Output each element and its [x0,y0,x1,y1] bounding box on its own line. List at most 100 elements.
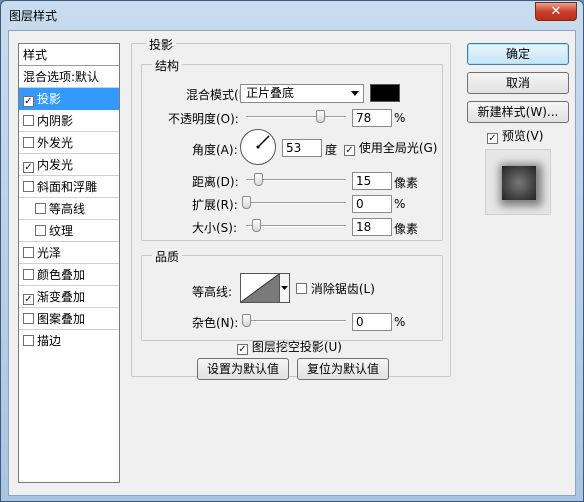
style-item-outer-glow[interactable]: 外发光 [19,132,119,154]
check-icon: ✓ [24,162,33,173]
reset-default-button[interactable]: 复位为默认值 [297,358,389,380]
style-list: 样式 混合选项:默认 ✓ 投影 内阴影 外发光 ✓ 内发光 斜面和浮雕 等高线 [18,43,120,483]
angle-input[interactable]: 53 [282,139,322,157]
opacity-label: 不透明度(O): [168,112,239,126]
angle-needle-icon [256,135,270,149]
noise-slider-track[interactable] [246,320,346,322]
style-item-label: 光泽 [37,246,62,260]
check-icon: ✓ [24,96,33,107]
pattern-overlay-checkbox[interactable] [23,313,34,324]
spread-slider-track[interactable] [246,202,346,204]
opacity-unit: % [394,111,406,125]
check-icon: ✓ [345,145,354,156]
style-item-label: 纹理 [49,224,74,238]
satin-checkbox[interactable] [23,247,34,258]
chevron-down-icon [281,286,288,290]
style-item-label: 等高线 [49,202,86,216]
opacity-slider-track[interactable] [246,116,346,118]
contour-picker[interactable] [240,273,280,303]
title-bar: 图层样式 ✕ [1,1,583,29]
cancel-button[interactable]: 取消 [467,72,569,94]
preview-checkbox[interactable]: ✓ [487,133,498,144]
drop-shadow-checkbox[interactable]: ✓ [23,96,34,107]
angle-dial[interactable] [240,129,276,165]
contour-dropdown[interactable] [280,273,290,303]
style-item-label: 内阴影 [37,114,74,128]
style-item-label: 外发光 [37,136,74,150]
spread-input[interactable]: 0 [352,195,392,213]
inner-shadow-checkbox[interactable] [23,115,34,126]
opacity-slider-thumb[interactable] [316,110,325,123]
size-input[interactable]: 18 [352,218,392,236]
check-icon: ✓ [24,294,33,305]
global-light-option[interactable]: ✓ 使用全局光(G) [344,139,438,156]
style-item-bevel-emboss[interactable]: 斜面和浮雕 [19,176,119,198]
window-title: 图层样式 [9,9,58,23]
anti-alias-option[interactable]: 消除锯齿(L) [296,280,375,297]
structure-group: 结构 混合模式(B): 正片叠底 不透明度(O): 78 % 角度(A): 53… [141,57,443,241]
color-overlay-checkbox[interactable] [23,269,34,280]
distance-label: 距离(D): [192,175,239,189]
style-item-inner-shadow[interactable]: 内阴影 [19,110,119,132]
knockout-checkbox[interactable]: ✓ [237,344,248,355]
blend-mode-value: 正片叠底 [246,86,295,100]
outer-glow-checkbox[interactable] [23,137,34,148]
style-item-label: 混合选项:默认 [23,70,100,84]
style-item-stroke[interactable]: 描边 [19,330,119,352]
contour-label: 等高线: [192,285,233,299]
global-light-label: 使用全局光(G) [358,141,438,155]
style-item-satin[interactable]: 光泽 [19,242,119,264]
bevel-emboss-checkbox[interactable] [23,181,34,192]
preview-option[interactable]: ✓ 预览(V) [487,127,543,144]
texture-checkbox[interactable] [35,225,46,236]
style-item-color-overlay[interactable]: 颜色叠加 [19,264,119,286]
distance-slider-thumb[interactable] [254,173,263,186]
spread-slider-thumb[interactable] [242,196,251,209]
noise-slider-thumb[interactable] [242,314,251,327]
style-item-texture[interactable]: 纹理 [19,220,119,242]
style-preview [485,149,551,215]
noise-input[interactable]: 0 [352,313,392,331]
check-icon: ✓ [488,133,497,144]
shadow-color-swatch[interactable] [370,84,400,102]
noise-label: 杂色(N): [192,316,239,330]
style-item-label: 描边 [37,334,62,348]
preview-label: 预览(V) [501,129,544,143]
preview-thumbnail [502,166,536,200]
layer-style-dialog: 图层样式 ✕ 样式 混合选项:默认 ✓ 投影 内阴影 外发光 ✓ 内发光 斜面和浮雕 [0,0,584,502]
noise-unit: % [394,315,406,329]
style-item-label: 投影 [37,92,62,106]
style-item-inner-glow[interactable]: ✓ 内发光 [19,154,119,176]
style-item-contour[interactable]: 等高线 [19,198,119,220]
inner-glow-checkbox[interactable]: ✓ [23,162,34,173]
style-item-pattern-overlay[interactable]: 图案叠加 [19,308,119,330]
ok-button[interactable]: 确定 [467,43,569,65]
spread-unit: % [394,197,406,211]
size-slider-track[interactable] [246,225,346,227]
style-item-blending-options[interactable]: 混合选项:默认 [19,66,119,88]
distance-input[interactable]: 15 [352,172,392,190]
style-item-gradient-overlay[interactable]: ✓ 渐变叠加 [19,286,119,308]
knockout-option[interactable]: ✓ 图层挖空投影(U) [237,338,342,355]
anti-alias-label: 消除锯齿(L) [310,282,375,296]
quality-title: 品质 [152,248,183,265]
global-light-checkbox[interactable]: ✓ [344,145,355,156]
style-item-drop-shadow[interactable]: ✓ 投影 [19,88,119,110]
close-button[interactable]: ✕ [535,2,577,21]
size-label: 大小(S): [192,221,238,235]
knockout-label: 图层挖空投影(U) [251,340,342,354]
make-default-button[interactable]: 设置为默认值 [197,358,289,380]
stroke-checkbox[interactable] [23,335,34,346]
blend-mode-dropdown[interactable]: 正片叠底 [240,84,364,103]
size-slider-thumb[interactable] [252,219,261,232]
gradient-overlay-checkbox[interactable]: ✓ [23,294,34,305]
spread-label: 扩展(R): [192,198,238,212]
anti-alias-checkbox[interactable] [296,283,307,294]
check-icon: ✓ [238,344,247,355]
new-style-button[interactable]: 新建样式(W)... [467,101,569,123]
structure-title: 结构 [152,57,183,74]
opacity-input[interactable]: 78 [352,109,392,127]
contour-checkbox[interactable] [35,203,46,214]
style-item-label: 渐变叠加 [37,290,86,304]
style-item-label: 斜面和浮雕 [37,180,98,194]
